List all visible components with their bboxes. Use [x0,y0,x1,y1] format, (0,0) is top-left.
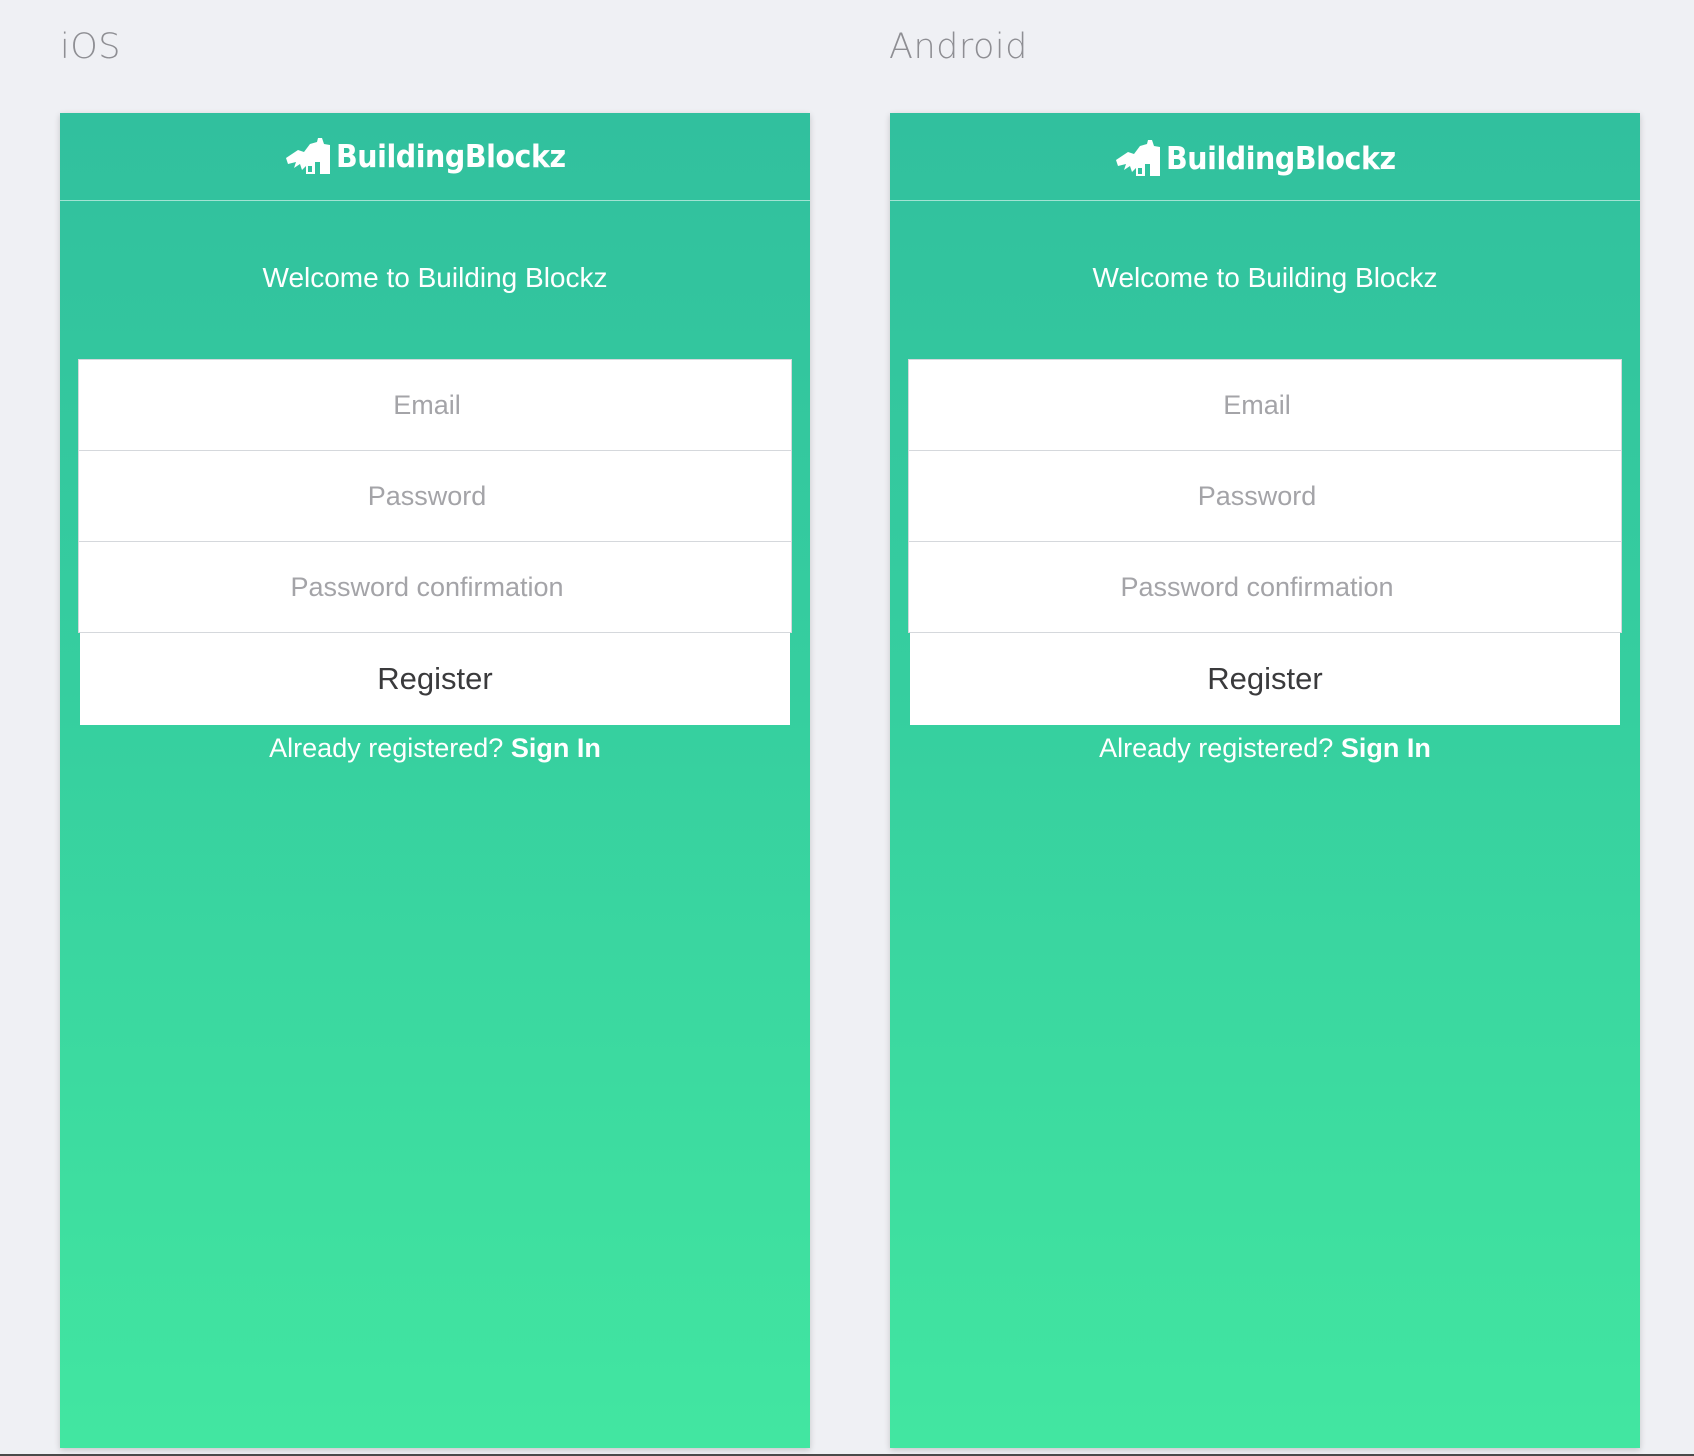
password-field[interactable]: Password [908,451,1622,542]
ios-platform-label: iOS [60,27,121,67]
welcome-heading: Welcome to Building Blockz [1092,262,1438,293]
email-field[interactable]: Email [78,359,792,451]
register-form: Email Password Password confirmation Reg… [908,359,1622,725]
logo-text: BuildingBlockz [336,138,566,175]
app-header: BuildingBlockz [890,113,1640,201]
register-form: Email Password Password confirmation Reg… [78,359,792,725]
sign-in-link[interactable]: Sign In [511,733,601,763]
password-field[interactable]: Password [78,451,792,542]
sign-in-link[interactable]: Sign In [1341,733,1431,763]
app-logo: BuildingBlockz [284,136,586,178]
building-blockz-logo-icon [1116,139,1161,176]
logo-text: BuildingBlockz [1166,140,1396,177]
signin-prompt: Already registered? Sign In [890,733,1640,764]
register-button[interactable]: Register [80,633,790,725]
welcome-heading: Welcome to Building Blockz [262,262,608,293]
building-blockz-logo-icon [286,137,331,174]
register-button[interactable]: Register [910,633,1620,725]
android-platform-label: Android [889,27,1028,67]
signin-prompt: Already registered? Sign In [60,733,810,764]
email-field[interactable]: Email [908,359,1622,451]
password-confirmation-field[interactable]: Password confirmation [78,542,792,633]
already-registered-text: Already registered? [1099,733,1334,763]
app-logo: BuildingBlockz [1114,138,1416,180]
ios-phone-screen: BuildingBlockz Welcome to Building Block… [60,113,810,1448]
app-header: BuildingBlockz [60,113,810,201]
already-registered-text: Already registered? [269,733,504,763]
password-confirmation-field[interactable]: Password confirmation [908,542,1622,633]
android-phone-screen: BuildingBlockz Welcome to Building Block… [890,113,1640,1448]
